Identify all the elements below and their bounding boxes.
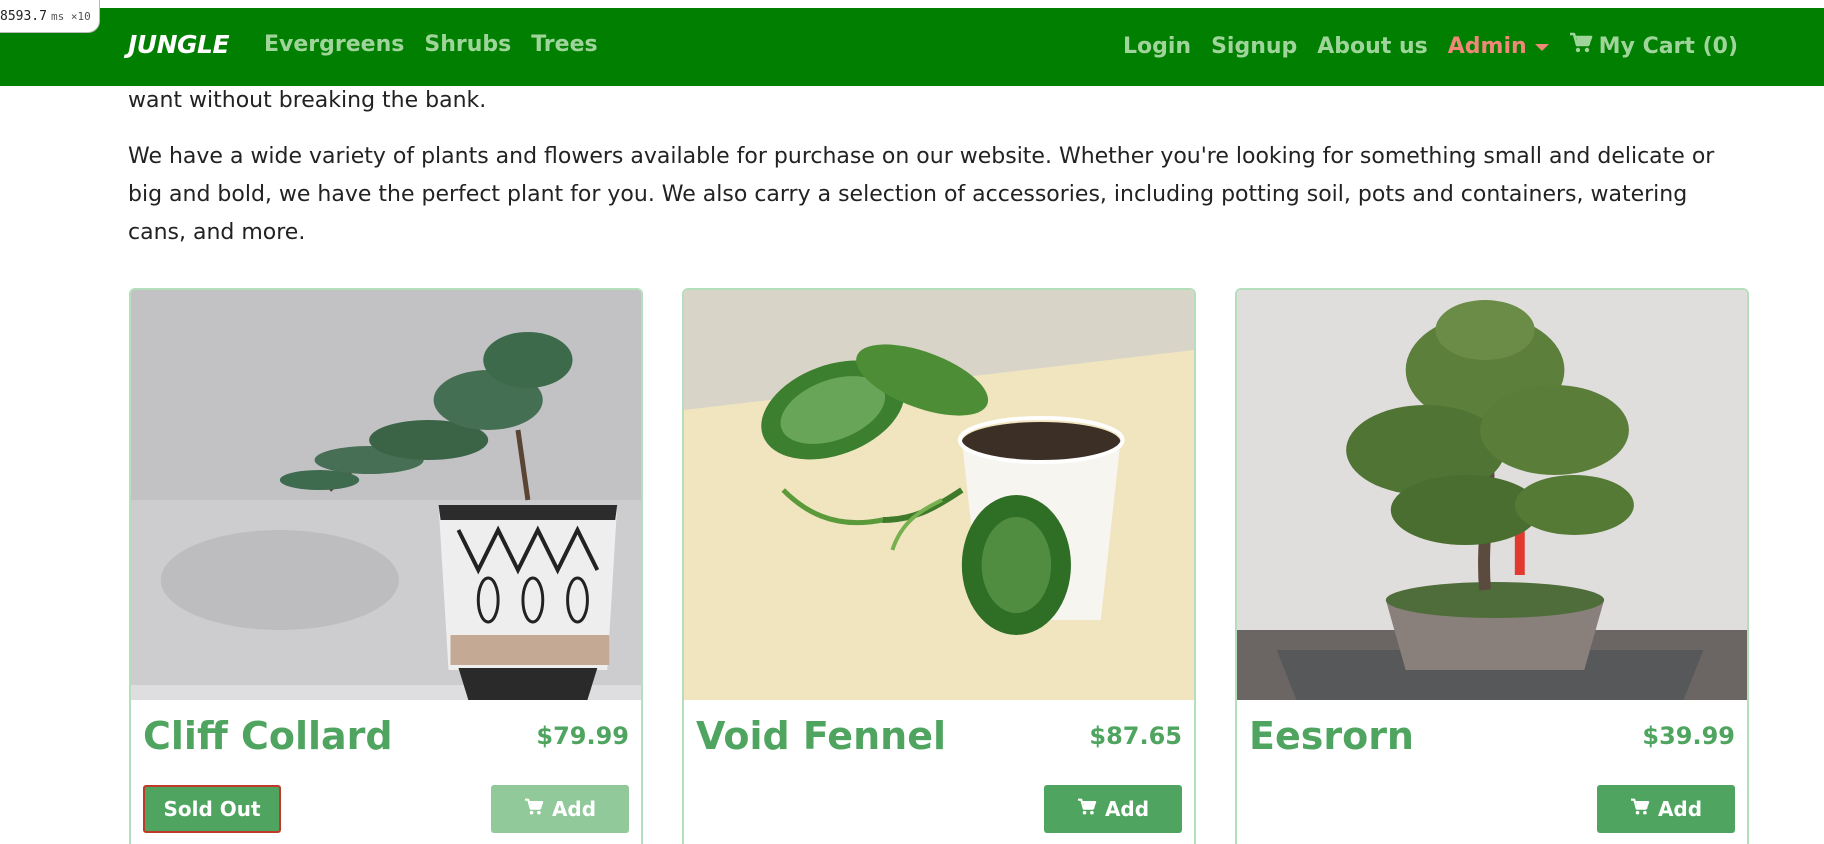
product-card: Void Fennel $87.65 Add bbox=[682, 288, 1196, 844]
cart-icon bbox=[1569, 32, 1593, 60]
product-name[interactable]: Cliff Collard bbox=[143, 714, 393, 758]
product-card: Eesrorn $39.99 Add bbox=[1235, 288, 1749, 844]
perf-value: 8593.7 bbox=[0, 8, 47, 24]
product-card: Cliff Collard $79.99 Sold Out Add bbox=[129, 288, 643, 844]
intro-line-fragment: want without breaking the bank. bbox=[128, 88, 487, 113]
product-image[interactable] bbox=[131, 290, 641, 700]
product-name[interactable]: Void Fennel bbox=[696, 714, 946, 758]
add-label: Add bbox=[1104, 797, 1150, 821]
intro-paragraph: We have a wide variety of plants and flo… bbox=[128, 144, 1715, 245]
cart-link[interactable]: My Cart (0) bbox=[1569, 32, 1738, 60]
nav-link-login[interactable]: Login bbox=[1123, 34, 1191, 59]
intro-section: want without breaking the bank. We have … bbox=[128, 82, 1728, 270]
nav-link-shrubs[interactable]: Shrubs bbox=[424, 32, 511, 57]
cart-label: My Cart (0) bbox=[1598, 33, 1738, 59]
product-price: $79.99 bbox=[536, 722, 629, 750]
add-to-cart-button[interactable]: Add bbox=[1597, 785, 1735, 833]
perf-unit: ms ×10 bbox=[50, 9, 91, 23]
product-image[interactable] bbox=[684, 290, 1194, 700]
perf-timing-badge: 8593.7 ms ×10 bbox=[0, 0, 100, 33]
caret-down-icon bbox=[1534, 43, 1549, 51]
add-to-cart-button[interactable]: Add bbox=[491, 785, 629, 833]
brand-logo[interactable]: JUNGLE bbox=[128, 30, 230, 59]
nav-link-trees[interactable]: Trees bbox=[531, 32, 597, 57]
nav-account-links: Login Signup About us Admin My Cart (0) bbox=[1123, 32, 1738, 60]
nav-link-signup[interactable]: Signup bbox=[1211, 34, 1297, 59]
navbar: JUNGLE Evergreens Shrubs Trees Login Sig… bbox=[0, 8, 1824, 86]
cart-icon bbox=[1077, 797, 1097, 821]
cart-icon bbox=[1630, 797, 1650, 821]
nav-link-about[interactable]: About us bbox=[1317, 34, 1427, 59]
nav-link-evergreens[interactable]: Evergreens bbox=[264, 32, 404, 57]
nav-category-links: Evergreens Shrubs Trees bbox=[264, 32, 598, 57]
sold-out-badge: Sold Out bbox=[143, 785, 281, 833]
cart-icon bbox=[524, 797, 544, 821]
add-label: Add bbox=[551, 797, 597, 821]
product-image[interactable] bbox=[1237, 290, 1747, 700]
product-price: $39.99 bbox=[1642, 722, 1735, 750]
admin-label: Admin bbox=[1447, 33, 1527, 59]
add-label: Add bbox=[1657, 797, 1703, 821]
admin-dropdown[interactable]: Admin bbox=[1448, 34, 1549, 59]
add-to-cart-button[interactable]: Add bbox=[1044, 785, 1182, 833]
sold-out-label: Sold Out bbox=[163, 797, 261, 821]
product-price: $87.65 bbox=[1089, 722, 1182, 750]
product-name[interactable]: Eesrorn bbox=[1249, 714, 1414, 758]
